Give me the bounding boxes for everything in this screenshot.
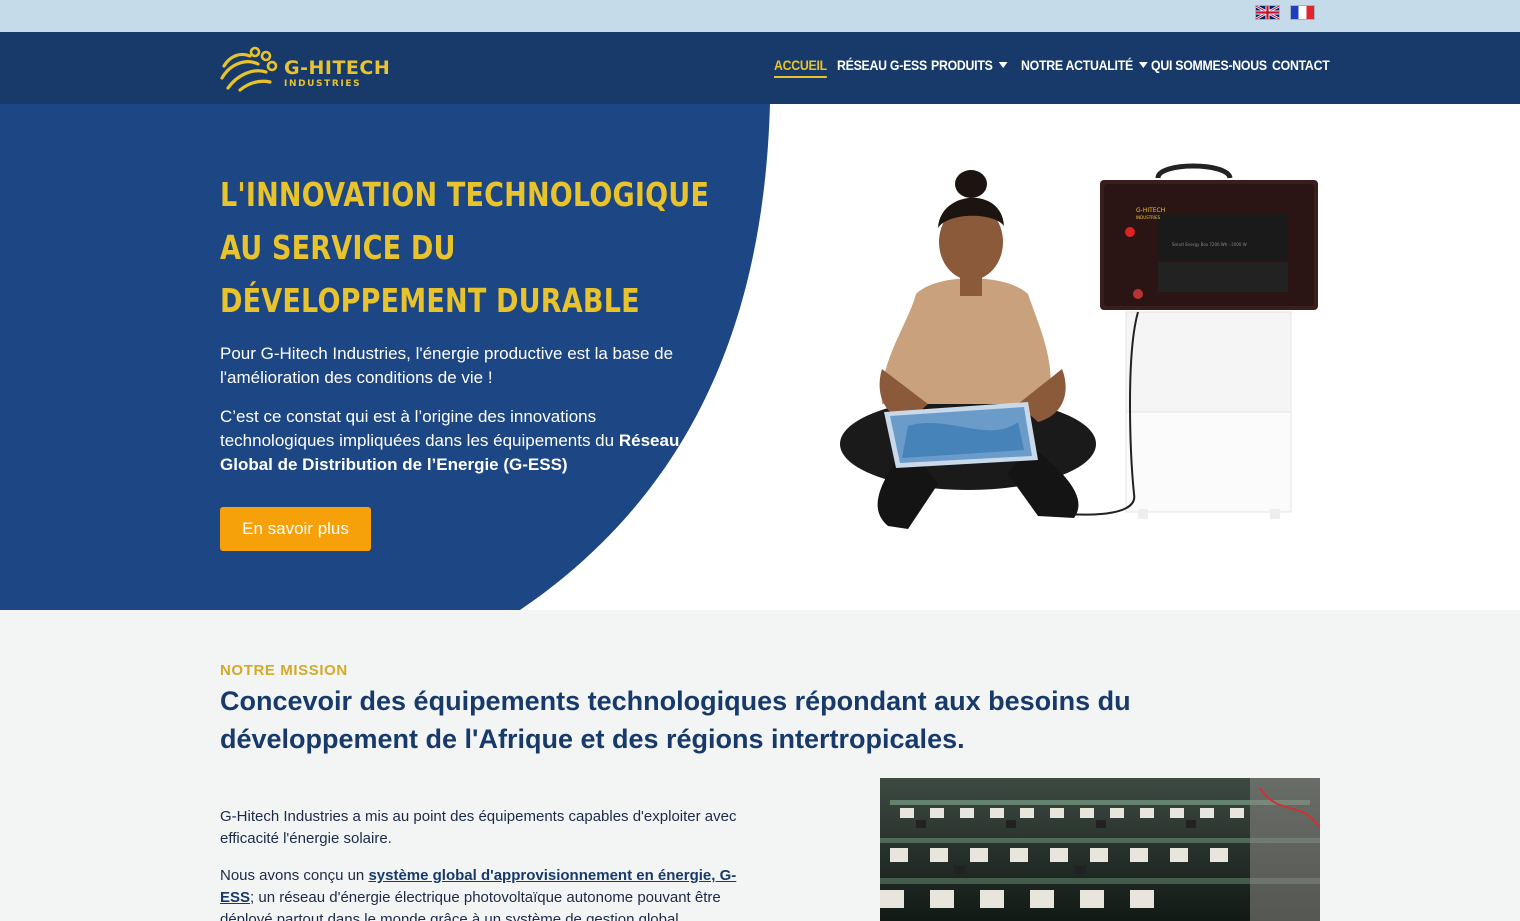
circuit-logo-icon bbox=[220, 46, 278, 92]
chevron-down-icon bbox=[998, 62, 1008, 69]
mission-title: Concevoir des équipements technologiques… bbox=[220, 686, 1131, 754]
mission-paragraph-2-start: Nous avons conçu un bbox=[220, 867, 369, 884]
learn-more-button[interactable]: En savoir plus bbox=[220, 507, 371, 551]
brand-name: G-HITECH bbox=[284, 57, 391, 79]
mission-paragraph-2-rest: ; un réseau d'énergie électrique photovo… bbox=[220, 889, 721, 921]
main-navbar: G-HITECH INDUSTRIES ACCUEIL RÉSEAU G-ESS… bbox=[0, 32, 1520, 104]
uk-flag-icon[interactable] bbox=[1255, 5, 1280, 20]
mission-paragraph-1: G-Hitech Industries a mis au point des é… bbox=[220, 808, 737, 847]
device-brand-label: G-HITECH bbox=[1136, 207, 1165, 214]
brand-tagline: INDUSTRIES bbox=[284, 79, 362, 89]
nav-qui-sommes-nous[interactable]: QUI SOMMES-NOUS bbox=[1151, 57, 1267, 73]
nav-label: RÉSEAU G-ESS bbox=[837, 57, 927, 73]
hero-title-line: AU SERVICE DU bbox=[220, 228, 456, 267]
brand-logo[interactable]: G-HITECH INDUSTRIES bbox=[220, 44, 390, 92]
device-brand-sublabel: INDUSTRIES bbox=[1136, 215, 1161, 220]
chevron-down-icon bbox=[1139, 62, 1148, 69]
hero-title-line: L'INNOVATION TECHNOLOGIQUE bbox=[220, 175, 710, 214]
nav-contact[interactable]: CONTACT bbox=[1272, 57, 1330, 73]
nav-label: QUI SOMMES-NOUS bbox=[1151, 57, 1267, 73]
device-model-label: Smart Energy Box 7200 Wh - 2000 W bbox=[1172, 242, 1247, 247]
nav-accueil[interactable]: ACCUEIL bbox=[774, 57, 827, 78]
nav-reseau-gess[interactable]: RÉSEAU G-ESS bbox=[837, 57, 927, 73]
hero-paragraph-2: C’est ce constat qui est à l’origine des… bbox=[220, 405, 715, 477]
france-flag-icon[interactable] bbox=[1290, 5, 1315, 20]
hero-paragraph-2-text: C’est ce constat qui est à l’origine des… bbox=[220, 407, 615, 450]
nav-produits[interactable]: PRODUITS bbox=[931, 57, 1008, 73]
circuit-board-image bbox=[880, 778, 1320, 921]
nav-notre-actualite[interactable]: NOTRE ACTUALITÉ bbox=[1021, 57, 1148, 73]
mission-paragraph-2: Nous avons conçu un système global d'app… bbox=[220, 865, 755, 921]
hero-section: L'INNOVATION TECHNOLOGIQUE AU SERVICE DU… bbox=[0, 104, 1520, 610]
nav-label: ACCUEIL bbox=[774, 57, 827, 73]
nav-label: CONTACT bbox=[1272, 57, 1330, 73]
mission-section: NOTRE MISSION Concevoir des équipements … bbox=[0, 610, 1520, 921]
hero-title-line: DÉVELOPPEMENT DURABLE bbox=[220, 281, 640, 320]
hero-paragraph-1: Pour G-Hitech Industries, l'énergie prod… bbox=[220, 344, 674, 387]
language-bar bbox=[0, 0, 1520, 32]
mission-eyebrow: NOTRE MISSION bbox=[220, 662, 348, 679]
hero-title: L'INNOVATION TECHNOLOGIQUE AU SERVICE DU… bbox=[220, 168, 712, 327]
hero-product-image: G-HITECH INDUSTRIES Smart Energy Box 720… bbox=[840, 163, 1318, 529]
nav-label: NOTRE ACTUALITÉ bbox=[1021, 57, 1133, 73]
nav-label: PRODUITS bbox=[931, 57, 993, 73]
